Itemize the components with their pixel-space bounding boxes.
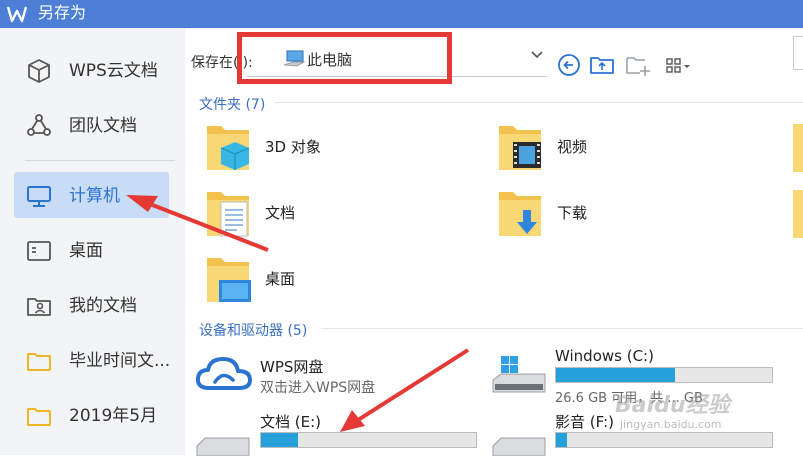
desktop-icon [27,241,51,261]
wps-cloud-drive[interactable]: WPS网盘 双击进入WPS网盘 [195,346,475,398]
folder-partial[interactable] [793,124,803,172]
hard-drive-icon [492,437,546,456]
sidebar-item-label: 毕业时间文... [69,351,171,371]
folder-partial[interactable] [793,190,803,238]
drive-usage-bar [555,432,773,448]
folder-videos[interactable]: 视频 [497,118,777,178]
documents-folder-icon [207,192,249,237]
drive-usage-fill [556,368,675,382]
sidebar-item-2019-may-folder[interactable]: 2019年5月 [14,392,169,438]
downloads-folder-icon [499,192,541,236]
watermark-url: jingyan.baidu.com [620,418,722,431]
drive-name: 影音 (F:) [555,413,614,431]
new-folder-icon[interactable] [625,52,651,78]
drive-name: 文档 (E:) [260,413,322,431]
back-icon[interactable] [556,52,582,78]
drive-e[interactable]: 文档 (E:) [195,408,485,456]
folder-desktop[interactable]: 桌面 [205,250,485,310]
sidebar-item-graduation-folder[interactable]: 毕业时间文... [14,337,171,383]
folder-documents[interactable]: 文档 [205,184,485,244]
window-title: 另存为 [38,3,87,22]
user-folder-icon [27,298,51,316]
sidebar-item-wps-cloud[interactable]: WPS云文档 [14,47,169,93]
sidebar-divider [25,160,175,161]
drive-name: Windows (C:) [555,347,654,365]
drive-usage-bar [555,367,773,383]
folder-name: 桌面 [265,270,296,288]
folders-section-header: 文件夹 (7) [199,97,266,113]
sidebar-item-label: 桌面 [69,241,103,261]
section-divider [275,102,803,103]
sidebar-item-label: 2019年5月 [69,406,158,426]
folder-3d-objects[interactable]: 3D 对象 [205,118,485,178]
drive-name: WPS网盘 [260,358,324,376]
hard-drive-icon [196,437,250,456]
drive-usage-bar [260,432,477,448]
sidebar-item-label: 团队文档 [69,116,137,136]
chevron-down-icon[interactable] [531,50,543,60]
monitor-icon [27,186,51,207]
folder-name: 视频 [557,138,588,156]
watermark-logo: Baidu经验 [615,393,730,418]
sidebar-item-desktop[interactable]: 桌面 [14,227,169,273]
sidebar-item-label: 计算机 [69,186,120,206]
cloud-icon [195,357,252,390]
sidebar-item-team-docs[interactable]: 团队文档 [14,102,169,148]
3d-objects-folder-icon [207,126,250,170]
annotation-highlight-box [237,32,452,84]
drive-subtitle: 双击进入WPS网盘 [260,380,376,396]
devices-section-header: 设备和驱动器 (5) [199,323,308,339]
sidebar: WPS云文档 团队文档 计算机 桌面 我的文档 毕业时间文... 2019年5月 [0,28,185,455]
up-folder-icon[interactable] [589,52,615,78]
folder-name: 下载 [557,204,588,222]
wps-logo-icon [6,6,28,23]
sidebar-item-my-documents[interactable]: 我的文档 [14,282,169,328]
view-grid-icon[interactable] [663,52,697,78]
sidebar-item-label: 我的文档 [69,296,137,316]
cube-icon [28,59,50,83]
folder-icon [27,408,51,426]
folder-icon [27,353,51,371]
folder-name: 3D 对象 [265,138,321,156]
drive-usage-fill [556,433,567,447]
sidebar-item-label: WPS云文档 [69,61,158,81]
title-bar: 另存为 [0,0,803,28]
drive-usage-fill [261,433,298,447]
windows-drive-icon [492,356,546,393]
videos-folder-icon [499,126,541,170]
desktop-folder-icon [207,258,251,302]
sidebar-item-computer[interactable]: 计算机 [14,172,169,218]
team-icon [27,114,51,136]
folder-name: 文档 [265,204,296,222]
search-box-edge[interactable] [793,36,803,70]
folder-downloads[interactable]: 下载 [497,184,777,244]
section-divider [321,328,803,329]
